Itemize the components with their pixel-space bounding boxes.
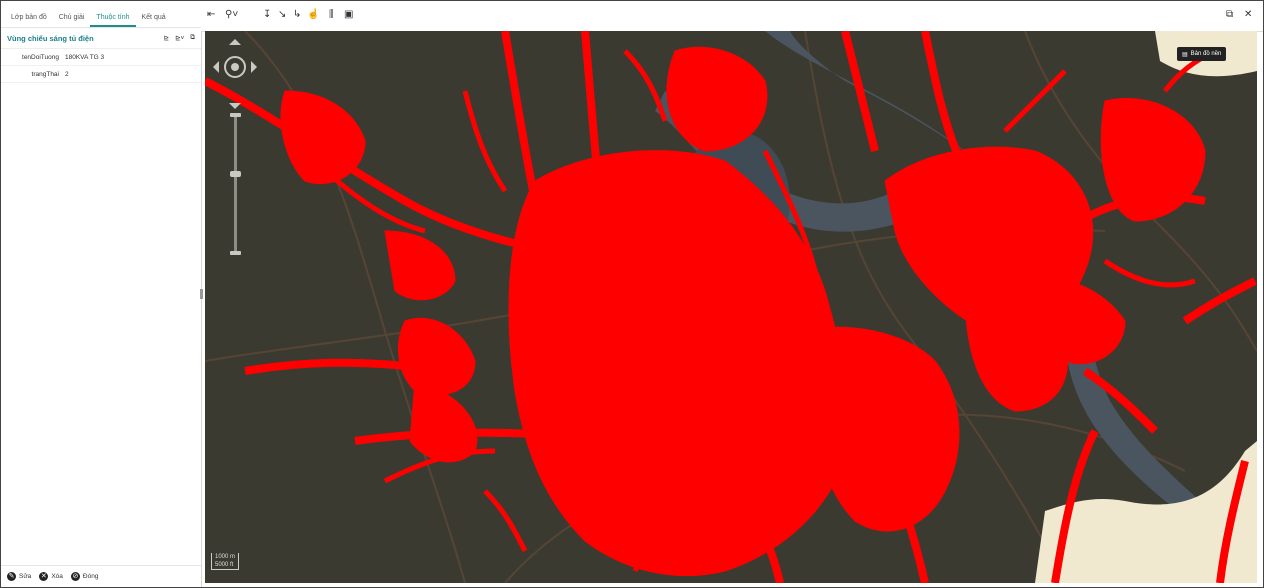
map-canvas[interactable]: ▤ Bản đồ nền 1000 m 5000 ft: [205, 31, 1257, 583]
layer-header: Vùng chiếu sáng tủ điện ⊵ ⊵˅ ⧉: [1, 28, 201, 49]
edit-button[interactable]: ✎ Sửa: [7, 572, 31, 581]
zoom-slider-track[interactable]: [234, 117, 237, 252]
delete-icon: ✕: [39, 572, 49, 581]
side-panel: Lớp bản đồ Chú giải Thuộc tính Kết quả V…: [1, 1, 202, 587]
attribute-key: tenDoiTuong: [22, 53, 59, 61]
close-button[interactable]: ⊘ Đóng: [70, 572, 99, 581]
map-render: [205, 31, 1257, 583]
action-bar: ✎ Sửa ✕ Xóa ⊘ Đóng: [1, 565, 201, 587]
scale-bar: 1000 m 5000 ft: [211, 553, 240, 570]
panel-resize-handle[interactable]: [200, 289, 203, 299]
attribute-value: 180KVA TG 3: [65, 53, 105, 61]
attribute-key: trangThai: [31, 70, 59, 78]
panel-tabs: Lớp bản đồ Chú giải Thuộc tính Kết quả: [1, 1, 201, 28]
basemap-button[interactable]: ▤ Bản đồ nền: [1177, 47, 1227, 61]
zoom-to-feature-icon[interactable]: ⊵: [164, 34, 169, 42]
delete-button[interactable]: ✕ Xóa: [39, 572, 63, 581]
print-map-icon[interactable]: ▣: [344, 9, 353, 20]
tab-legend[interactable]: Chú giải: [53, 14, 91, 27]
pan-hand-icon[interactable]: ☝: [307, 9, 319, 20]
basemap-icon: ▤: [1182, 51, 1188, 58]
edit-label: Sửa: [19, 573, 32, 580]
layer-stats-icon[interactable]: ⫼: [329, 9, 334, 20]
zoom-out-button[interactable]: [230, 251, 241, 255]
popout-icon[interactable]: ⧉: [190, 34, 195, 42]
basemap-label: Bản đồ nền: [1190, 51, 1222, 57]
attribute-row: trangThai 2: [1, 66, 201, 83]
zoom-slider-handle[interactable]: [230, 171, 241, 177]
attribute-row: tenDoiTuong 180KVA TG 3: [1, 49, 201, 66]
measure-line-icon[interactable]: ↘: [278, 9, 286, 20]
delete-label: Xóa: [51, 573, 63, 580]
options-dropdown-icon[interactable]: ⊵˅: [175, 34, 184, 42]
pin-location-icon[interactable]: ⚲˅: [225, 9, 238, 20]
edit-icon: ✎: [7, 572, 16, 581]
pan-control[interactable]: [213, 39, 257, 109]
tab-layers[interactable]: Lớp bản đồ: [5, 14, 53, 27]
measure-point-icon[interactable]: ↧: [263, 9, 271, 20]
export-icon[interactable]: ⧉: [1226, 9, 1233, 20]
scale-text: 1000 m: [215, 554, 236, 560]
attribute-value: 2: [65, 70, 69, 78]
close-label: Đóng: [82, 573, 99, 580]
map-toolbar: ⇤ ⚲˅ ↧ ↘ ↳ ☝ ⫼ ▣ ⧉ ✕: [201, 1, 1263, 32]
tab-attributes[interactable]: Thuộc tính: [90, 14, 136, 27]
scale-text-alt: 5000 ft: [215, 562, 234, 568]
app-window: Lớp bản đồ Chú giải Thuộc tính Kết quả V…: [0, 0, 1264, 588]
collapse-panel-icon[interactable]: ⇤: [207, 9, 215, 20]
tab-results[interactable]: Kết quả: [136, 14, 172, 27]
layer-title: Vùng chiếu sáng tủ điện: [7, 33, 94, 43]
measure-area-icon[interactable]: ↳: [293, 9, 301, 20]
close-icon: ⊘: [70, 572, 80, 581]
close-map-icon[interactable]: ✕: [1244, 9, 1252, 20]
